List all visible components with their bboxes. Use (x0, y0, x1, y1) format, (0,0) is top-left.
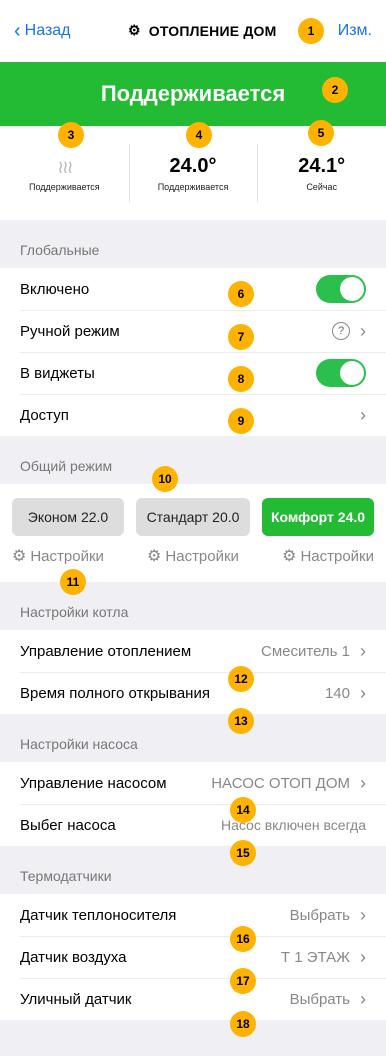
annotation-badge: 7 (228, 324, 254, 350)
row-label: Доступ (20, 406, 69, 424)
edit-button[interactable]: Изм. (338, 22, 372, 40)
row-label: Время полного открывания (20, 684, 210, 702)
annotation-badge: 8 (228, 366, 254, 392)
section-header-sensors: Термодатчики (20, 868, 112, 884)
chevron-right-icon: › (360, 682, 366, 703)
chevron-right-icon: › (360, 640, 366, 661)
mode-panel: Эконом 22.0 Стандарт 20.0 Комфорт 24.0 ⚙… (0, 484, 386, 582)
row-coolant-sensor[interactable]: Датчик теплоносителя Выбрать › (0, 894, 386, 936)
chevron-right-icon: › (360, 946, 366, 967)
annotation-badge: 16 (230, 926, 256, 952)
chevron-right-icon: › (360, 988, 366, 1009)
settings-label: Настройки (300, 547, 374, 565)
row-value: Выбрать (289, 990, 350, 1008)
annotation-badge: 1 (298, 18, 324, 44)
row-pump-overrun[interactable]: Выбег насоса Насос включен всегда (0, 804, 386, 846)
chevron-left-icon: ‹ (14, 20, 21, 42)
row-label: Управление насосом (20, 774, 167, 792)
annotation-badge: 17 (230, 968, 256, 994)
mode-settings-row: ⚙ Настройки ⚙ Настройки ⚙ Настройки (12, 546, 374, 566)
toggle-knob (340, 361, 364, 385)
row-access[interactable]: Доступ › (0, 394, 386, 436)
enabled-toggle[interactable] (316, 275, 366, 303)
annotation-badge: 3 (58, 122, 84, 148)
row-label: Управление отоплением (20, 642, 192, 660)
settings-label: Настройки (165, 547, 239, 565)
chevron-right-icon: › (360, 320, 366, 341)
mode-button-comfort[interactable]: Комфорт 24.0 (262, 498, 374, 536)
current-temperature: 24.1° (298, 155, 346, 177)
summary-caption: Поддерживается (157, 182, 229, 192)
row-label: Выбег насоса (20, 816, 116, 834)
chevron-right-icon: › (360, 904, 366, 925)
row-manual-mode[interactable]: Ручной режим ? › (0, 310, 386, 352)
summary-caption: Поддерживается (29, 182, 100, 192)
mode-settings-link-standard[interactable]: ⚙ Настройки (147, 546, 239, 566)
nav-bar: ‹ Назад ⚙ ОТОПЛЕНИЕ ДОМ Изм. (0, 0, 386, 62)
section-header-pump: Настройки насоса (20, 736, 138, 752)
annotation-badge: 12 (228, 666, 254, 692)
section-header-mode: Общий режим (20, 458, 113, 474)
row-street-sensor[interactable]: Уличный датчик Выбрать › (0, 978, 386, 1020)
chevron-right-icon: › (360, 404, 366, 425)
annotation-badge: 10 (152, 466, 178, 492)
section-header-boiler: Настройки котла (20, 604, 129, 620)
summary-caption: Сейчас (306, 182, 338, 192)
row-open-time[interactable]: Время полного открывания 140 › (0, 672, 386, 714)
row-value: 140 (324, 684, 350, 702)
row-label: В виджеты (20, 364, 95, 382)
row-air-sensor[interactable]: Датчик воздуха Т 1 ЭТАЖ › (0, 936, 386, 978)
chevron-right-icon: › (360, 772, 366, 793)
row-widgets: В виджеты (0, 352, 386, 394)
row-label: Датчик теплоносителя (20, 906, 177, 924)
settings-label: Настройки (30, 547, 104, 565)
page-title-text: ОТОПЛЕНИЕ ДОМ (148, 22, 277, 39)
section-header-global: Глобальные (20, 242, 100, 258)
gear-icon: ⚙ (12, 548, 27, 565)
annotation-badge: 13 (228, 708, 254, 734)
row-value: НАСОС ОТОП ДОМ (211, 774, 350, 792)
annotation-badge: 9 (228, 408, 254, 434)
row-label: Ручной режим (20, 322, 120, 340)
back-button[interactable]: ‹ Назад (14, 20, 71, 42)
page-title: ⚙ ОТОПЛЕНИЕ ДОМ (128, 22, 277, 39)
widgets-toggle[interactable] (316, 359, 366, 387)
gear-icon: ⚙ (282, 548, 297, 565)
row-enabled: Включено (0, 268, 386, 310)
row-heating-control[interactable]: Управление отоплением Смеситель 1 › (0, 630, 386, 672)
heat-waves-icon: ≀≀≀ (57, 157, 73, 177)
row-pump-control[interactable]: Управление насосом НАСОС ОТОП ДОМ › (0, 762, 386, 804)
annotation-badge: 11 (60, 569, 86, 595)
annotation-badge: 14 (230, 797, 256, 823)
heating-icon: ⚙ (128, 22, 141, 38)
mode-buttons: Эконом 22.0 Стандарт 20.0 Комфорт 24.0 (12, 498, 374, 536)
annotation-badge: 18 (230, 1011, 256, 1037)
mode-settings-link-comfort[interactable]: ⚙ Настройки (282, 546, 374, 566)
annotation-badge: 2 (322, 77, 348, 103)
annotation-badge: 15 (230, 840, 256, 866)
row-value: Т 1 ЭТАЖ (280, 948, 350, 966)
mode-button-standard[interactable]: Стандарт 20.0 (136, 498, 250, 536)
back-label: Назад (24, 22, 71, 39)
annotation-badge: 6 (228, 281, 254, 307)
target-temperature: 24.0° (169, 155, 217, 177)
mode-settings-link-eco[interactable]: ⚙ Настройки (12, 546, 104, 566)
row-label: Уличный датчик (20, 990, 132, 1008)
gear-icon: ⚙ (147, 548, 162, 565)
annotation-badge: 5 (308, 120, 334, 146)
row-value: Смеситель 1 (261, 642, 350, 660)
row-value: Выбрать (289, 906, 350, 924)
row-label: Включено (20, 280, 90, 298)
toggle-knob (340, 277, 364, 301)
mode-button-eco[interactable]: Эконом 22.0 (12, 498, 124, 536)
help-icon[interactable]: ? (332, 322, 350, 340)
annotation-badge: 4 (186, 122, 212, 148)
